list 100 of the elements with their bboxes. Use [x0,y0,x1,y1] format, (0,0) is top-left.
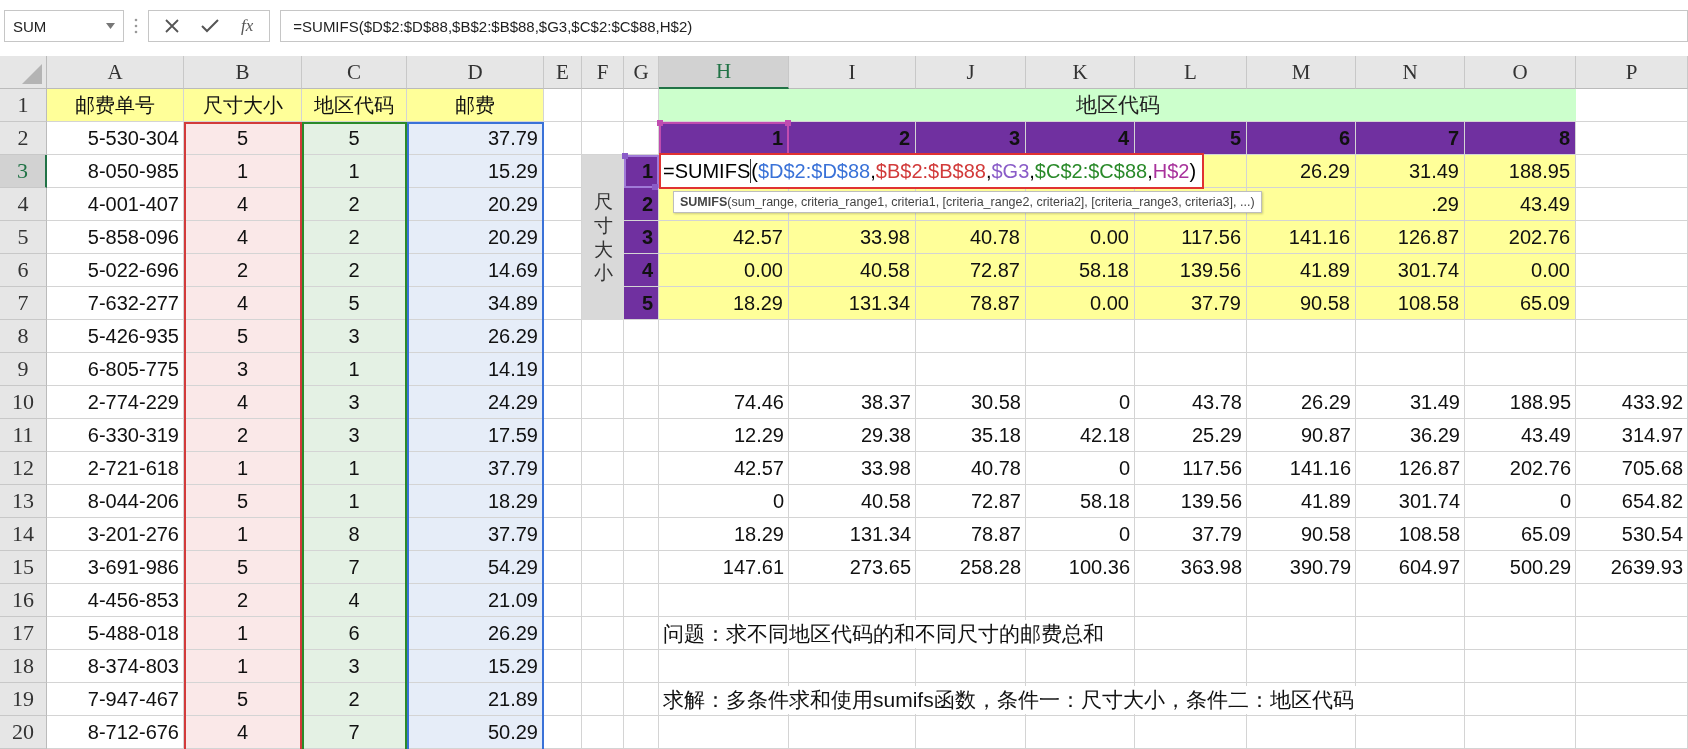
table-cell: 26.29 [1247,155,1356,188]
table-cell-text: 78.87 [969,522,1022,547]
table-cell: 2 [302,254,407,287]
table-cell-text: 18.29 [732,522,785,547]
table-cell-text: 36.29 [1408,423,1461,448]
row-header[interactable]: 19 [0,683,47,716]
table-cell-text: 5-530-304 [86,126,180,151]
column-header[interactable]: D [407,56,544,89]
row-header[interactable]: 6 [0,254,47,287]
select-all-icon[interactable] [22,64,42,84]
table-cell-text: 0 [1117,390,1131,415]
column-title: 地区代码 [302,89,407,122]
table-cell: 43.49 [1465,188,1576,221]
row-header[interactable]: 20 [0,716,47,749]
column-header[interactable]: E [544,56,582,89]
table-cell: 21.09 [407,584,544,617]
header-cell: 5 [1135,122,1247,155]
table-cell: 2 [302,683,407,716]
close-icon[interactable] [165,19,179,33]
checkmark-icon[interactable] [201,19,219,33]
header-cell: 6 [1247,122,1356,155]
column-header[interactable]: B [184,56,302,89]
column-header[interactable]: O [1465,56,1576,89]
row-header[interactable]: 12 [0,452,47,485]
table-cell: 14.19 [407,353,544,386]
insert-function-button[interactable]: fx [241,16,254,36]
column-header[interactable]: L [1135,56,1247,89]
row-header[interactable]: 7 [0,287,47,320]
table-cell: 26.29 [407,320,544,353]
column-header[interactable]: F [582,56,624,89]
row-header[interactable]: 4 [0,188,47,221]
resize-handle[interactable] [657,120,663,126]
row-header[interactable]: 17 [0,617,47,650]
dropdown-icon[interactable] [106,23,115,29]
column-header[interactable]: N [1356,56,1465,89]
row-header[interactable]: 10 [0,386,47,419]
table-cell: 15.29 [407,650,544,683]
table-cell: 58.18 [1026,254,1135,287]
table-cell: 20.29 [407,221,544,254]
table-cell-text: 25.29 [1190,423,1243,448]
row-header[interactable]: 14 [0,518,47,551]
row-header[interactable]: 15 [0,551,47,584]
table-cell-text: 7-947-467 [86,687,180,712]
table-cell: 5 [184,683,302,716]
drag-handle-icon [134,18,138,34]
column-header[interactable]: P [1576,56,1688,89]
column-header[interactable]: K [1026,56,1135,89]
side-label: 尺寸大小 [593,190,613,285]
table-cell: 65.09 [1465,287,1576,320]
table-cell-text: 3-691-986 [86,555,180,580]
table-cell: 34.89 [407,287,544,320]
resize-handle[interactable] [652,184,658,190]
resize-handle[interactable] [785,120,791,126]
column-header[interactable]: H [659,56,789,89]
column-header[interactable]: C [302,56,407,89]
resize-handle[interactable] [622,153,628,159]
row-header[interactable]: 11 [0,419,47,452]
column-header[interactable]: M [1247,56,1356,89]
table-cell-text: 31.49 [1408,390,1461,415]
table-cell: 2 [302,221,407,254]
table-cell: 41.89 [1247,254,1356,287]
table-cell-text: 6-330-319 [86,423,180,448]
cell-formula-editor[interactable]: =SUMIFS($D$2:$D$88,$B$2:$B$88,$G3,$C$2:$C$88,H$2) [659,153,1205,189]
table-cell: 117.56 [1135,221,1247,254]
name-box[interactable]: SUM [4,10,124,42]
table-cell-text: 5-488-018 [86,621,180,646]
row-header[interactable]: 18 [0,650,47,683]
table-cell-text: 301.74 [1397,489,1461,514]
row-header[interactable]: 3 [0,155,47,188]
header-cell: 3 [624,221,659,254]
row-header[interactable]: 13 [0,485,47,518]
formula-field[interactable]: =SUMIFS($D$2:$D$88,$B$2:$B$88,$G3,$C$2:$C$88,H$2) [280,10,1688,42]
column-header[interactable]: A [47,56,184,89]
row-header[interactable]: 2 [0,122,47,155]
table-cell-text: 0 [1117,522,1131,547]
table-cell-text: 12.29 [732,423,785,448]
table-cell-text: 705.68 [1620,456,1684,481]
table-cell-text: 273.65 [848,555,912,580]
table-cell: 18.29 [407,485,544,518]
header-cell: 7 [1356,122,1465,155]
row-header[interactable]: 9 [0,353,47,386]
table-cell-text: 8-712-676 [86,720,180,745]
table-cell-text: 38.37 [859,390,912,415]
header-cell: 2 [789,122,916,155]
column-header[interactable]: I [789,56,916,89]
column-header[interactable]: J [916,56,1026,89]
table-cell-text: 363.98 [1179,555,1243,580]
column-title: 邮费单号 [47,89,184,122]
row-header[interactable]: 16 [0,584,47,617]
row-header[interactable]: 5 [0,221,47,254]
table-cell: 31.49 [1356,155,1465,188]
row-header[interactable]: 1 [0,89,47,122]
table-cell: 37.79 [407,518,544,551]
column-header[interactable]: G [624,56,659,89]
table-cell-text: 5-426-935 [86,324,180,349]
table-cell: .29 [1356,188,1465,221]
table-cell: 139.56 [1135,254,1247,287]
table-cell: 37.79 [407,122,544,155]
row-header[interactable]: 8 [0,320,47,353]
table-cell: 24.29 [407,386,544,419]
